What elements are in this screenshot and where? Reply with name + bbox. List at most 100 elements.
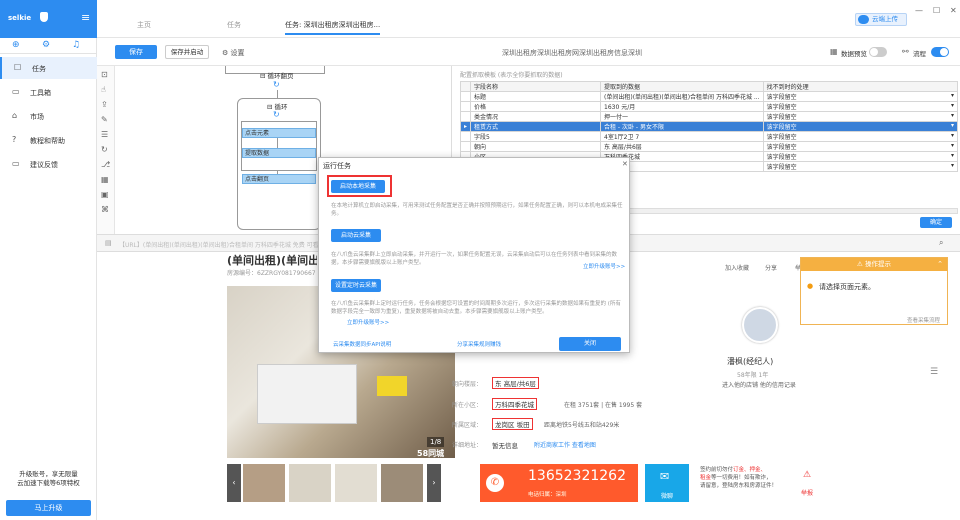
phone-box[interactable]: ✆ 13652321262 电话归属：深圳 — [480, 464, 638, 502]
field-name-cell[interactable]: 租赁方式 — [470, 121, 602, 132]
message-icon[interactable]: ☰ — [930, 367, 938, 377]
thumbnail[interactable] — [381, 464, 423, 502]
search-icon[interactable]: ⌕ — [939, 238, 943, 248]
cursor-icon[interactable]: ⊡ — [101, 70, 108, 79]
table-row[interactable]: 字段5 4室1厅2卫 7 该字段留空 ▾ — [459, 131, 959, 142]
image-icon[interactable]: ▣ — [101, 190, 109, 199]
dropdown-icon[interactable]: ▾ — [951, 163, 954, 170]
field-fallback-cell[interactable]: 该字段留空 ▾ — [762, 131, 959, 142]
info-value[interactable]: 万科四季花城 — [492, 398, 537, 410]
phone-number[interactable]: 13652321262 — [528, 468, 626, 484]
loop-icon[interactable]: ↻ — [101, 145, 108, 154]
close-button[interactable]: 关闭 — [559, 337, 621, 351]
dropdown-icon[interactable]: ▾ — [951, 93, 954, 100]
field-name-cell[interactable]: 类金情况 — [470, 111, 602, 122]
grid-icon[interactable]: ▦ — [101, 175, 109, 184]
favorite-link[interactable]: 加入收藏 — [725, 263, 749, 272]
click-element-step[interactable]: 点击元素 — [242, 128, 316, 138]
table-row[interactable]: 类金情况 押一付一 该字段留空 ▾ — [459, 111, 959, 122]
prev-thumb-button[interactable]: ‹ — [227, 464, 241, 502]
user-name[interactable]: selkie — [8, 14, 31, 22]
table-row[interactable]: 朝向东 高层/共6层 该字段留空 ▾ — [459, 141, 959, 152]
listing-title[interactable]: (单间出租)(单间出租 — [227, 252, 317, 268]
settings-button[interactable]: ⚙ 设置 — [222, 48, 245, 58]
thumbnail[interactable] — [289, 464, 331, 502]
next-thumb-button[interactable]: › — [427, 464, 441, 502]
dropdown-icon[interactable]: ▾ — [951, 133, 954, 140]
start-cloud-button[interactable]: 启动云采集 — [331, 229, 381, 242]
sidebar-item-help[interactable]: ? 教程和帮助 — [0, 129, 97, 151]
timed-cloud-button[interactable]: 设置定时云采集 — [331, 279, 381, 292]
url-text[interactable]: 【URL】(单间出租)(单间出租)(单间出租)合租单间 万科四季花城 免费 可看 — [119, 240, 339, 249]
add-icon[interactable]: ⊕ — [12, 40, 20, 50]
dropdown-icon[interactable]: ▾ — [951, 113, 954, 120]
maximize-icon[interactable]: ☐ — [933, 6, 940, 15]
edit-icon[interactable]: ✎ — [101, 115, 108, 124]
share-rule-link[interactable]: 分享采集规则赚钱 — [457, 340, 501, 348]
extract-data-step[interactable]: 提取数据 — [242, 148, 316, 158]
field-fallback-cell[interactable]: 该字段留空 ▾ — [762, 161, 959, 172]
upgrade-link[interactable]: 立即升级账号>> — [583, 262, 625, 270]
start-local-button[interactable]: 启动本地采集 — [331, 180, 385, 193]
dropdown-icon[interactable]: ▾ — [951, 153, 954, 160]
dropdown-icon[interactable]: ▾ — [951, 143, 954, 150]
chevron-up-icon[interactable]: ⌃ — [937, 258, 943, 271]
avatar[interactable] — [742, 307, 778, 343]
close-icon[interactable]: ✕ — [950, 6, 957, 15]
cloud-upload-button[interactable]: 云端上传 — [855, 13, 907, 26]
field-name-cell[interactable]: 价格 — [470, 101, 602, 112]
field-name-cell[interactable]: 字段5 — [470, 131, 602, 142]
list-icon[interactable]: ☰ — [101, 130, 108, 139]
table-row[interactable]: 价格 1630 元/月 该字段留空 ▾ — [459, 101, 959, 112]
share-link[interactable]: 分享 — [765, 263, 777, 272]
field-fallback-cell[interactable]: 该字段留空 ▾ — [762, 121, 959, 132]
sidebar-item-feedback[interactable]: ▭ 建议反馈 — [0, 153, 97, 175]
thumbnail[interactable] — [243, 464, 285, 502]
minimize-icon[interactable]: — — [915, 6, 923, 15]
headset-icon[interactable]: ♫ — [72, 40, 80, 50]
data-preview-toggle[interactable] — [869, 47, 887, 57]
field-fallback-cell[interactable]: 该字段留空 ▾ — [762, 151, 959, 162]
confirm-button[interactable]: 确定 — [920, 217, 952, 228]
save-button[interactable]: 保存 — [115, 45, 157, 59]
thumbnail[interactable] — [335, 464, 377, 502]
agent-links[interactable]: 进入他的店铺 他的信用记录 — [722, 380, 796, 389]
branch-icon[interactable]: ⎇ — [101, 160, 110, 169]
loop-page-label[interactable]: ⊟ 循环翻页 — [260, 70, 294, 80]
field-fallback-cell[interactable]: 该字段留空 ▾ — [762, 141, 959, 152]
info-value[interactable]: 东 高层/共6层 — [492, 377, 539, 389]
view-flow-link[interactable]: 查看采集流程 — [907, 316, 940, 324]
api-doc-link[interactable]: 云采集数据同步API说明 — [333, 340, 391, 348]
dropdown-icon[interactable]: ▾ — [951, 103, 954, 110]
agent-name[interactable]: 潘枫(经纪人) — [727, 356, 773, 367]
tab-home[interactable]: 主页 — [137, 20, 151, 30]
field-name-cell[interactable]: 标题 — [470, 91, 602, 102]
field-fallback-cell[interactable]: 该字段留空 ▾ — [762, 111, 959, 122]
tab-current-task[interactable]: 任务: 深圳出租房深圳出租房... — [285, 20, 381, 35]
field-fallback-cell[interactable]: 该字段留空 ▾ — [762, 91, 959, 102]
gear-icon[interactable]: ⚙ — [42, 40, 50, 50]
table-row[interactable]: 标题 (单间出租)(单间出租)(单间出租)合租单间 万科四季花城 ... 该字段留空… — [459, 91, 959, 102]
hamburger-menu-icon[interactable]: ≡ — [81, 12, 90, 23]
network-icon[interactable]: ⌘ — [101, 205, 109, 214]
sidebar-item-market[interactable]: ⌂ 市场 — [0, 105, 97, 127]
field-name-cell[interactable]: 朝向 — [470, 141, 602, 152]
sidebar-item-toolbox[interactable]: ▭ 工具箱 — [0, 81, 97, 103]
save-start-button[interactable]: 保存并启动 — [165, 45, 209, 59]
alarm-icon[interactable]: ⚠ — [803, 470, 811, 480]
field-fallback-cell[interactable]: 该字段留空 ▾ — [762, 101, 959, 112]
info-value[interactable]: 龙岗区 坂田 — [492, 418, 533, 430]
table-row-selected[interactable]: ▸ 租赁方式 合租 - 次卧 - 男女不限 该字段留空 ▾ — [459, 121, 959, 132]
wechat-button[interactable]: ✉ 微聊 — [645, 464, 689, 502]
sidebar-item-task[interactable]: ☐ 任务 — [0, 57, 97, 79]
dropdown-icon[interactable]: ▾ — [951, 123, 954, 130]
close-icon[interactable]: ✕ — [622, 160, 628, 168]
report-button[interactable]: 举报 — [801, 488, 813, 497]
flow-toggle[interactable] — [931, 47, 949, 57]
export-icon[interactable]: ⇪ — [101, 100, 108, 109]
info-link[interactable]: 附近商家工作 查看地图 — [534, 440, 596, 449]
tab-tasks[interactable]: 任务 — [227, 20, 241, 30]
upgrade-button[interactable]: 马上升级 — [6, 500, 91, 516]
hand-icon[interactable]: ☝ — [101, 85, 106, 94]
upgrade-link[interactable]: 立即升级账号>> — [347, 318, 389, 326]
